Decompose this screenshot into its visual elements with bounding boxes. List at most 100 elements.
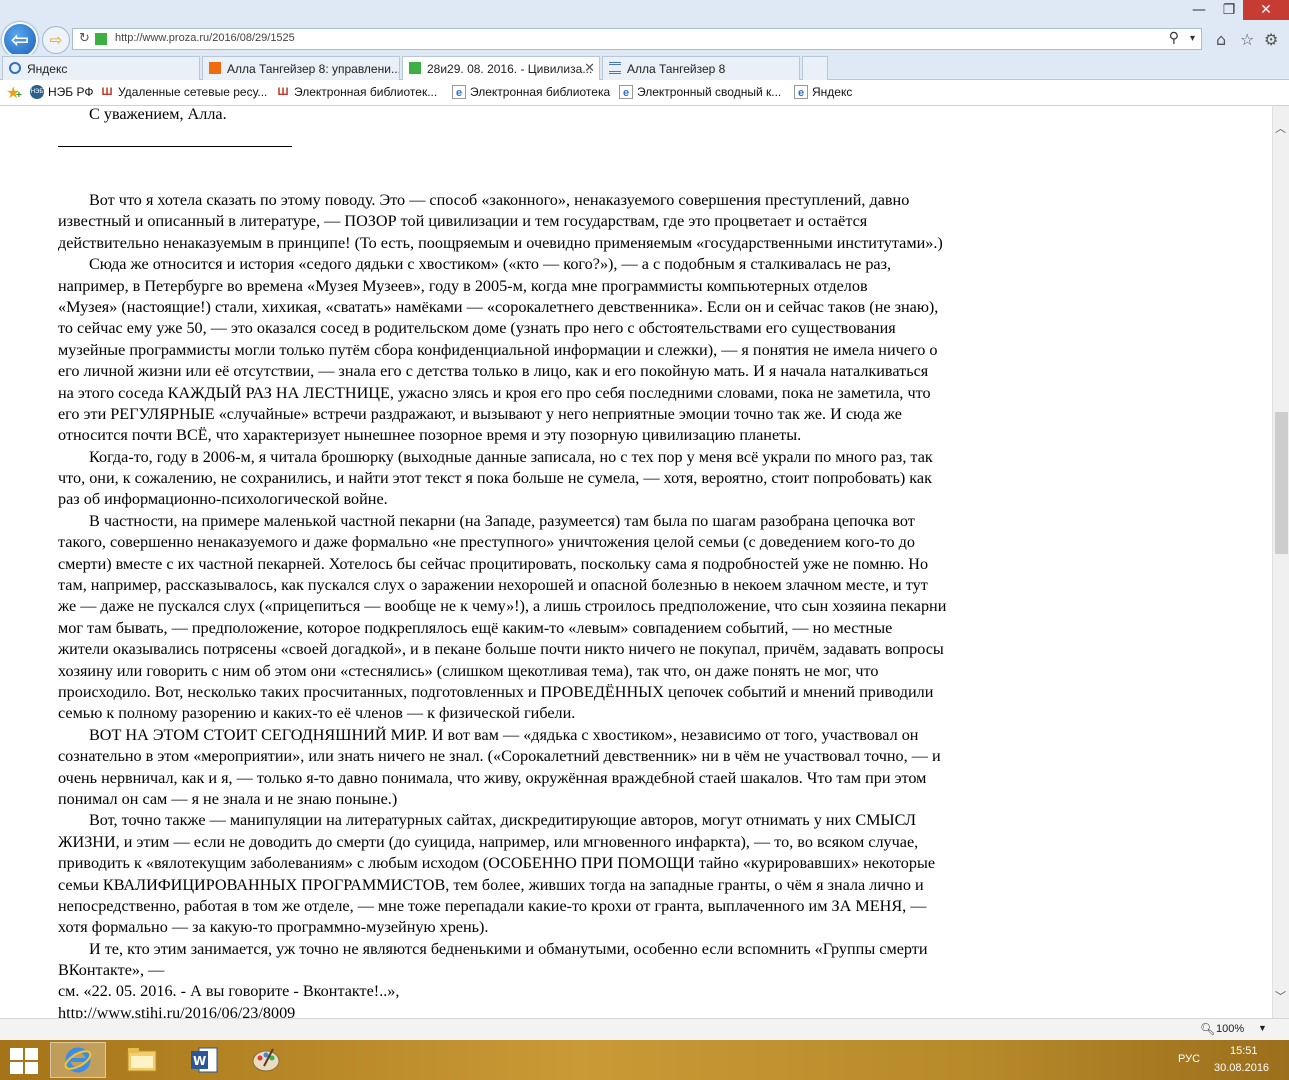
ie-page-icon: e <box>619 85 633 99</box>
favorites-star-icon[interactable]: ☆ <box>1240 30 1254 49</box>
paragraph-line: там, например, рассказывалось, как пуска… <box>58 576 928 595</box>
browser-toolbar: ⇦ ⇨ ↻ http://www.proza.ru/2016/08/29/152… <box>0 0 1289 58</box>
favorite-remote-resources[interactable]: Ш Удаленные сетевые ресу... <box>100 85 267 99</box>
taskbar-internet-explorer[interactable] <box>50 1042 106 1078</box>
paragraph-line: то сейчас ему уже 50, — это оказался сос… <box>58 319 896 338</box>
zoom-level[interactable]: 100% <box>1216 1023 1244 1035</box>
chevron-down-icon[interactable]: ▼ <box>1258 1023 1267 1033</box>
arrow-left-icon: ⇦ <box>10 27 30 53</box>
forward-button[interactable]: ⇨ <box>42 26 70 54</box>
url-text[interactable]: http://www.proza.ru/2016/08/29/1525 <box>115 32 295 44</box>
paragraph-line: понимал он сам — я не знала и не знаю по… <box>58 789 398 808</box>
zoom-icon[interactable]: 🔍︎ <box>1200 1022 1215 1036</box>
taskbar: W РУС 15:51 30.08.2016 <box>0 1040 1289 1080</box>
tab-label: Алла Тангейзер 8 <box>627 62 726 76</box>
close-tab-icon[interactable]: ✕ <box>584 60 595 76</box>
tab-current-article[interactable]: 28и29. 08. 2016. - Цивилиза... ✕ <box>402 56 600 80</box>
search-icon[interactable]: ⚲ <box>1169 30 1179 46</box>
paragraph-line: семьи КВАЛИФИЦИРОВАННЫХ ПРОГРАММИСТОВ, т… <box>58 875 924 894</box>
favorite-label: Электронная библиотек... <box>294 85 438 99</box>
chevron-up-icon[interactable]: ︿ <box>1275 120 1286 136</box>
paragraph-line: действительно ненаказуемым в принципе! (… <box>58 233 943 252</box>
favorite-electronic-library-2[interactable]: e Электронная библиотека <box>452 85 610 99</box>
ie-page-icon <box>9 62 21 74</box>
paint-palette-icon <box>252 1048 280 1072</box>
favorite-label: НЭБ РФ <box>48 85 94 99</box>
favorite-label: Электронная библиотека <box>470 85 611 99</box>
neb-logo-icon: НЭБ <box>30 85 44 99</box>
tab-label: Яндекс <box>27 62 68 76</box>
gear-icon[interactable]: ⚙ <box>1264 30 1278 49</box>
paragraph-line: жители оказывались потрясены «своей дога… <box>58 640 944 659</box>
word-icon: W <box>191 1047 218 1073</box>
paragraph-line: его эти РЕГУЛЯРНЫЕ «случайные» встречи р… <box>58 404 902 423</box>
start-button[interactable] <box>10 1048 38 1074</box>
ie-page-icon: e <box>452 85 466 99</box>
close-button[interactable]: ✕ <box>1243 0 1289 20</box>
paragraph-line: что, они, к сожалению, не сохранились, и… <box>58 469 932 488</box>
input-language-indicator[interactable]: РУС <box>1178 1053 1200 1065</box>
paragraph-first-line: Вот что я хотела сказать по этому поводу… <box>89 191 910 209</box>
add-favorite-icon: + <box>16 90 22 101</box>
library-logo-icon: Ш <box>101 86 113 98</box>
article-body: Вот что я хотела сказать по этому поводу… <box>58 190 946 1018</box>
tab-alla-tangeyzer-8[interactable]: Алла Тангейзер 8 <box>602 56 800 80</box>
taskbar-file-explorer[interactable] <box>114 1042 170 1078</box>
paragraph-line: непосредственно, работая в том же отделе… <box>58 896 927 915</box>
tab-label: Алла Тангейзер 8: управлени... <box>227 62 400 76</box>
tab-alla-tangeyzer-management[interactable]: Алла Тангейзер 8: управлени... <box>202 56 400 80</box>
favorite-label: Яндекс <box>812 85 853 99</box>
paragraph-first-line: И те, кто этим занимается, уж точно не я… <box>89 939 928 958</box>
paragraph-line: хотя формально — за какую-то программно-… <box>58 918 489 937</box>
paragraph-line: же — даже не пускался слух («прицепиться… <box>58 597 947 616</box>
favorite-electronic-catalog[interactable]: e Электронный сводный к... <box>619 85 781 99</box>
paragraph-line: на этого соседа КАЖДЫЙ РАЗ НА ЛЕСТНИЦЕ, … <box>58 383 931 402</box>
favorite-electronic-library-1[interactable]: Ш Электронная библиотек... <box>276 85 437 99</box>
vertical-scrollbar[interactable]: ︿ ﹀ <box>1272 106 1289 1018</box>
folder-icon <box>127 1048 157 1072</box>
tab-yandex[interactable]: Яндекс <box>2 56 200 80</box>
paragraph-line: сознательно в этом «мероприятии», или зн… <box>58 747 941 766</box>
favorite-neb[interactable]: НЭБ НЭБ РФ <box>30 85 94 99</box>
maximize-button[interactable]: ❐ <box>1214 0 1244 20</box>
internet-explorer-icon <box>64 1047 92 1073</box>
paragraph-line: ВКонтакте», — <box>58 961 165 980</box>
paragraph-line: его личной жизни или её отсутствии, — зн… <box>58 362 929 381</box>
favorite-label: Удаленные сетевые ресу... <box>118 85 268 99</box>
favorite-yandex[interactable]: e Яндекс <box>794 85 852 99</box>
paragraph-line: такого, совершенно ненаказуемого и даже … <box>58 533 916 552</box>
taskbar-paint[interactable] <box>238 1042 294 1078</box>
clock-time[interactable]: 15:51 <box>1230 1045 1258 1057</box>
chevron-down-icon[interactable]: ▾ <box>1190 33 1195 44</box>
page-content: С уважением, Алла. Вот что я хотела сказ… <box>0 106 1272 1018</box>
proza-favicon-icon <box>209 62 221 74</box>
taskbar-word[interactable]: W <box>176 1042 232 1078</box>
reload-icon[interactable]: ↻ <box>79 31 90 46</box>
paragraph-line: раз об информационно-психологической вой… <box>58 490 388 509</box>
paragraph-first-line: В частности, на примере маленькой частно… <box>89 511 915 530</box>
minimize-button[interactable]: — <box>1184 0 1214 20</box>
paragraph-line: хозяину или говорить с ним об этом они «… <box>58 661 879 680</box>
paragraph-line: происходило. Вот, несколько таких просчи… <box>58 682 934 701</box>
signature: С уважением, Алла. <box>89 106 227 123</box>
chevron-down-icon[interactable]: ﹀ <box>1275 988 1286 1004</box>
home-icon[interactable]: ⌂ <box>1216 30 1226 49</box>
paragraph-first-line: Сюда же относится и история «седого дядь… <box>89 255 892 274</box>
back-button[interactable]: ⇦ <box>2 22 38 58</box>
status-bar: 🔍︎ 100% ▼ <box>0 1018 1289 1040</box>
proza-favicon-icon <box>409 62 421 74</box>
scrollbar-thumb[interactable] <box>1275 412 1288 554</box>
paragraph-line: семью к полному разорению и каких-то её … <box>58 704 576 723</box>
separator-line <box>58 146 292 147</box>
new-tab-button[interactable] <box>802 56 828 80</box>
library-logo-icon: Ш <box>277 86 289 98</box>
clock-date[interactable]: 30.08.2016 <box>1214 1062 1269 1074</box>
paragraph-line: «Музея» (настоящие!) стали, хихикая, «св… <box>58 297 939 316</box>
tab-label: 28и29. 08. 2016. - Цивилиза... <box>427 62 593 76</box>
address-bar[interactable]: ↻ http://www.proza.ru/2016/08/29/1525 ⚲ … <box>72 28 1202 50</box>
paragraph-line: ЖИЗНИ, и этим — если не доводить до смер… <box>58 832 919 851</box>
paragraph-line: например, в Петербурге во времена «Музея… <box>58 276 868 295</box>
paragraph-first-line: Вот, точно также — манипуляции на литера… <box>89 811 917 830</box>
paragraph-line: известный и описанный в литературе, — ПО… <box>58 212 868 231</box>
paragraph-line: относится почти ВСЁ, что характеризует н… <box>58 426 802 445</box>
